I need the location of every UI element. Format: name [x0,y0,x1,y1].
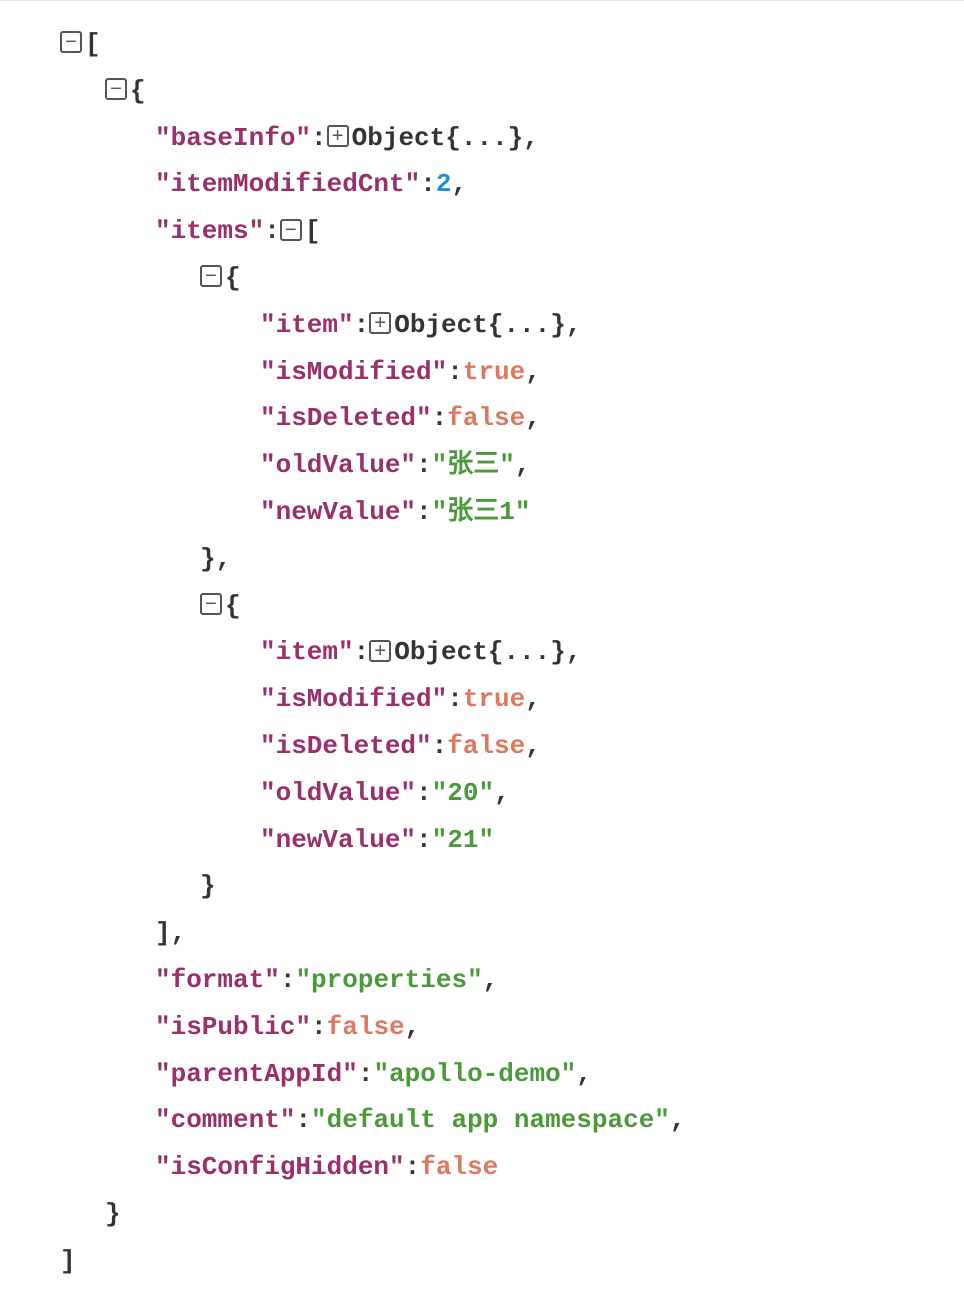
bracket-open: [ [85,21,101,68]
collapsed-object[interactable]: Object{...} [394,629,566,676]
json-string: "20" [432,770,494,817]
json-key: "item" [260,629,354,676]
object-open-line: − { [60,255,964,302]
json-key: "isPublic" [155,1004,311,1051]
expand-icon[interactable]: + [369,640,391,662]
property-isdeleted: "isDeleted":false, [60,723,964,770]
object-open-line: − { [60,68,964,115]
collapsed-object[interactable]: Object{...} [352,115,524,162]
json-string: "张三" [432,442,515,489]
array-close-line: ] [60,1238,964,1285]
json-bool: true [463,676,525,723]
property-oldvalue: "oldValue":"张三", [60,442,964,489]
collapse-icon[interactable]: − [280,219,302,241]
json-key: "comment" [155,1097,295,1144]
property-itemmodifiedcnt: "itemModifiedCnt":2, [60,161,964,208]
object-close-line: } [60,1191,964,1238]
json-key: "isModified" [260,676,447,723]
collapsed-object[interactable]: Object{...} [394,302,566,349]
property-format: "format":"properties", [60,957,964,1004]
json-key: "parentAppId" [155,1051,358,1098]
json-key: "isConfigHidden" [155,1144,405,1191]
brace-open: { [225,255,241,302]
property-isconfighidden: "isConfigHidden":false [60,1144,964,1191]
json-key: "newValue" [260,817,416,864]
json-number: 2 [436,161,452,208]
property-isdeleted: "isDeleted":false, [60,395,964,442]
expand-icon[interactable]: + [369,312,391,334]
brace-open: { [130,68,146,115]
json-key: "oldValue" [260,770,416,817]
brace-close: } [200,863,216,910]
property-comment: "comment":"default app namespace", [60,1097,964,1144]
object-open-line: − { [60,583,964,630]
brace-open: { [225,583,241,630]
json-key: "isModified" [260,349,447,396]
bracket-close: ] [155,910,171,957]
brace-close: } [105,1191,121,1238]
json-string: "21" [432,817,494,864]
array-close-line: ], [60,910,964,957]
property-parentappid: "parentAppId":"apollo-demo", [60,1051,964,1098]
property-baseinfo: "baseInfo": + Object{...}, [60,115,964,162]
object-close-line: }, [60,536,964,583]
json-key: "items" [155,208,264,255]
json-key: "item" [260,302,354,349]
json-key: "oldValue" [260,442,416,489]
json-bool: false [447,395,525,442]
json-string: "张三1" [432,489,531,536]
json-bool: false [447,723,525,770]
object-close-line: } [60,863,964,910]
property-ismodified: "isModified":true, [60,349,964,396]
json-key: "isDeleted" [260,723,432,770]
bracket-close: ] [60,1238,76,1285]
json-key: "format" [155,957,280,1004]
property-oldvalue: "oldValue":"20", [60,770,964,817]
property-newvalue: "newValue":"21" [60,817,964,864]
json-key: "itemModifiedCnt" [155,161,420,208]
json-bool: false [420,1144,498,1191]
brace-close: } [200,536,216,583]
json-key: "newValue" [260,489,416,536]
property-item: "item": + Object{...}, [60,302,964,349]
property-newvalue: "newValue":"张三1" [60,489,964,536]
json-viewer: − [ − { "baseInfo": + Object{...}, "item… [60,21,964,1285]
bracket-open: [ [305,208,321,255]
json-string: "default app namespace" [311,1097,670,1144]
property-ismodified: "isModified":true, [60,676,964,723]
json-string: "properties" [295,957,482,1004]
collapse-icon[interactable]: − [105,78,127,100]
property-ispublic: "isPublic":false, [60,1004,964,1051]
json-bool: true [463,349,525,396]
json-string: "apollo-demo" [373,1051,576,1098]
property-items: "items": − [ [60,208,964,255]
json-bool: false [327,1004,405,1051]
json-key: "isDeleted" [260,395,432,442]
array-open-line: − [ [60,21,964,68]
collapse-icon[interactable]: − [200,265,222,287]
expand-icon[interactable]: + [327,125,349,147]
collapse-icon[interactable]: − [200,593,222,615]
json-key: "baseInfo" [155,115,311,162]
property-item: "item": + Object{...}, [60,629,964,676]
collapse-icon[interactable]: − [60,31,82,53]
